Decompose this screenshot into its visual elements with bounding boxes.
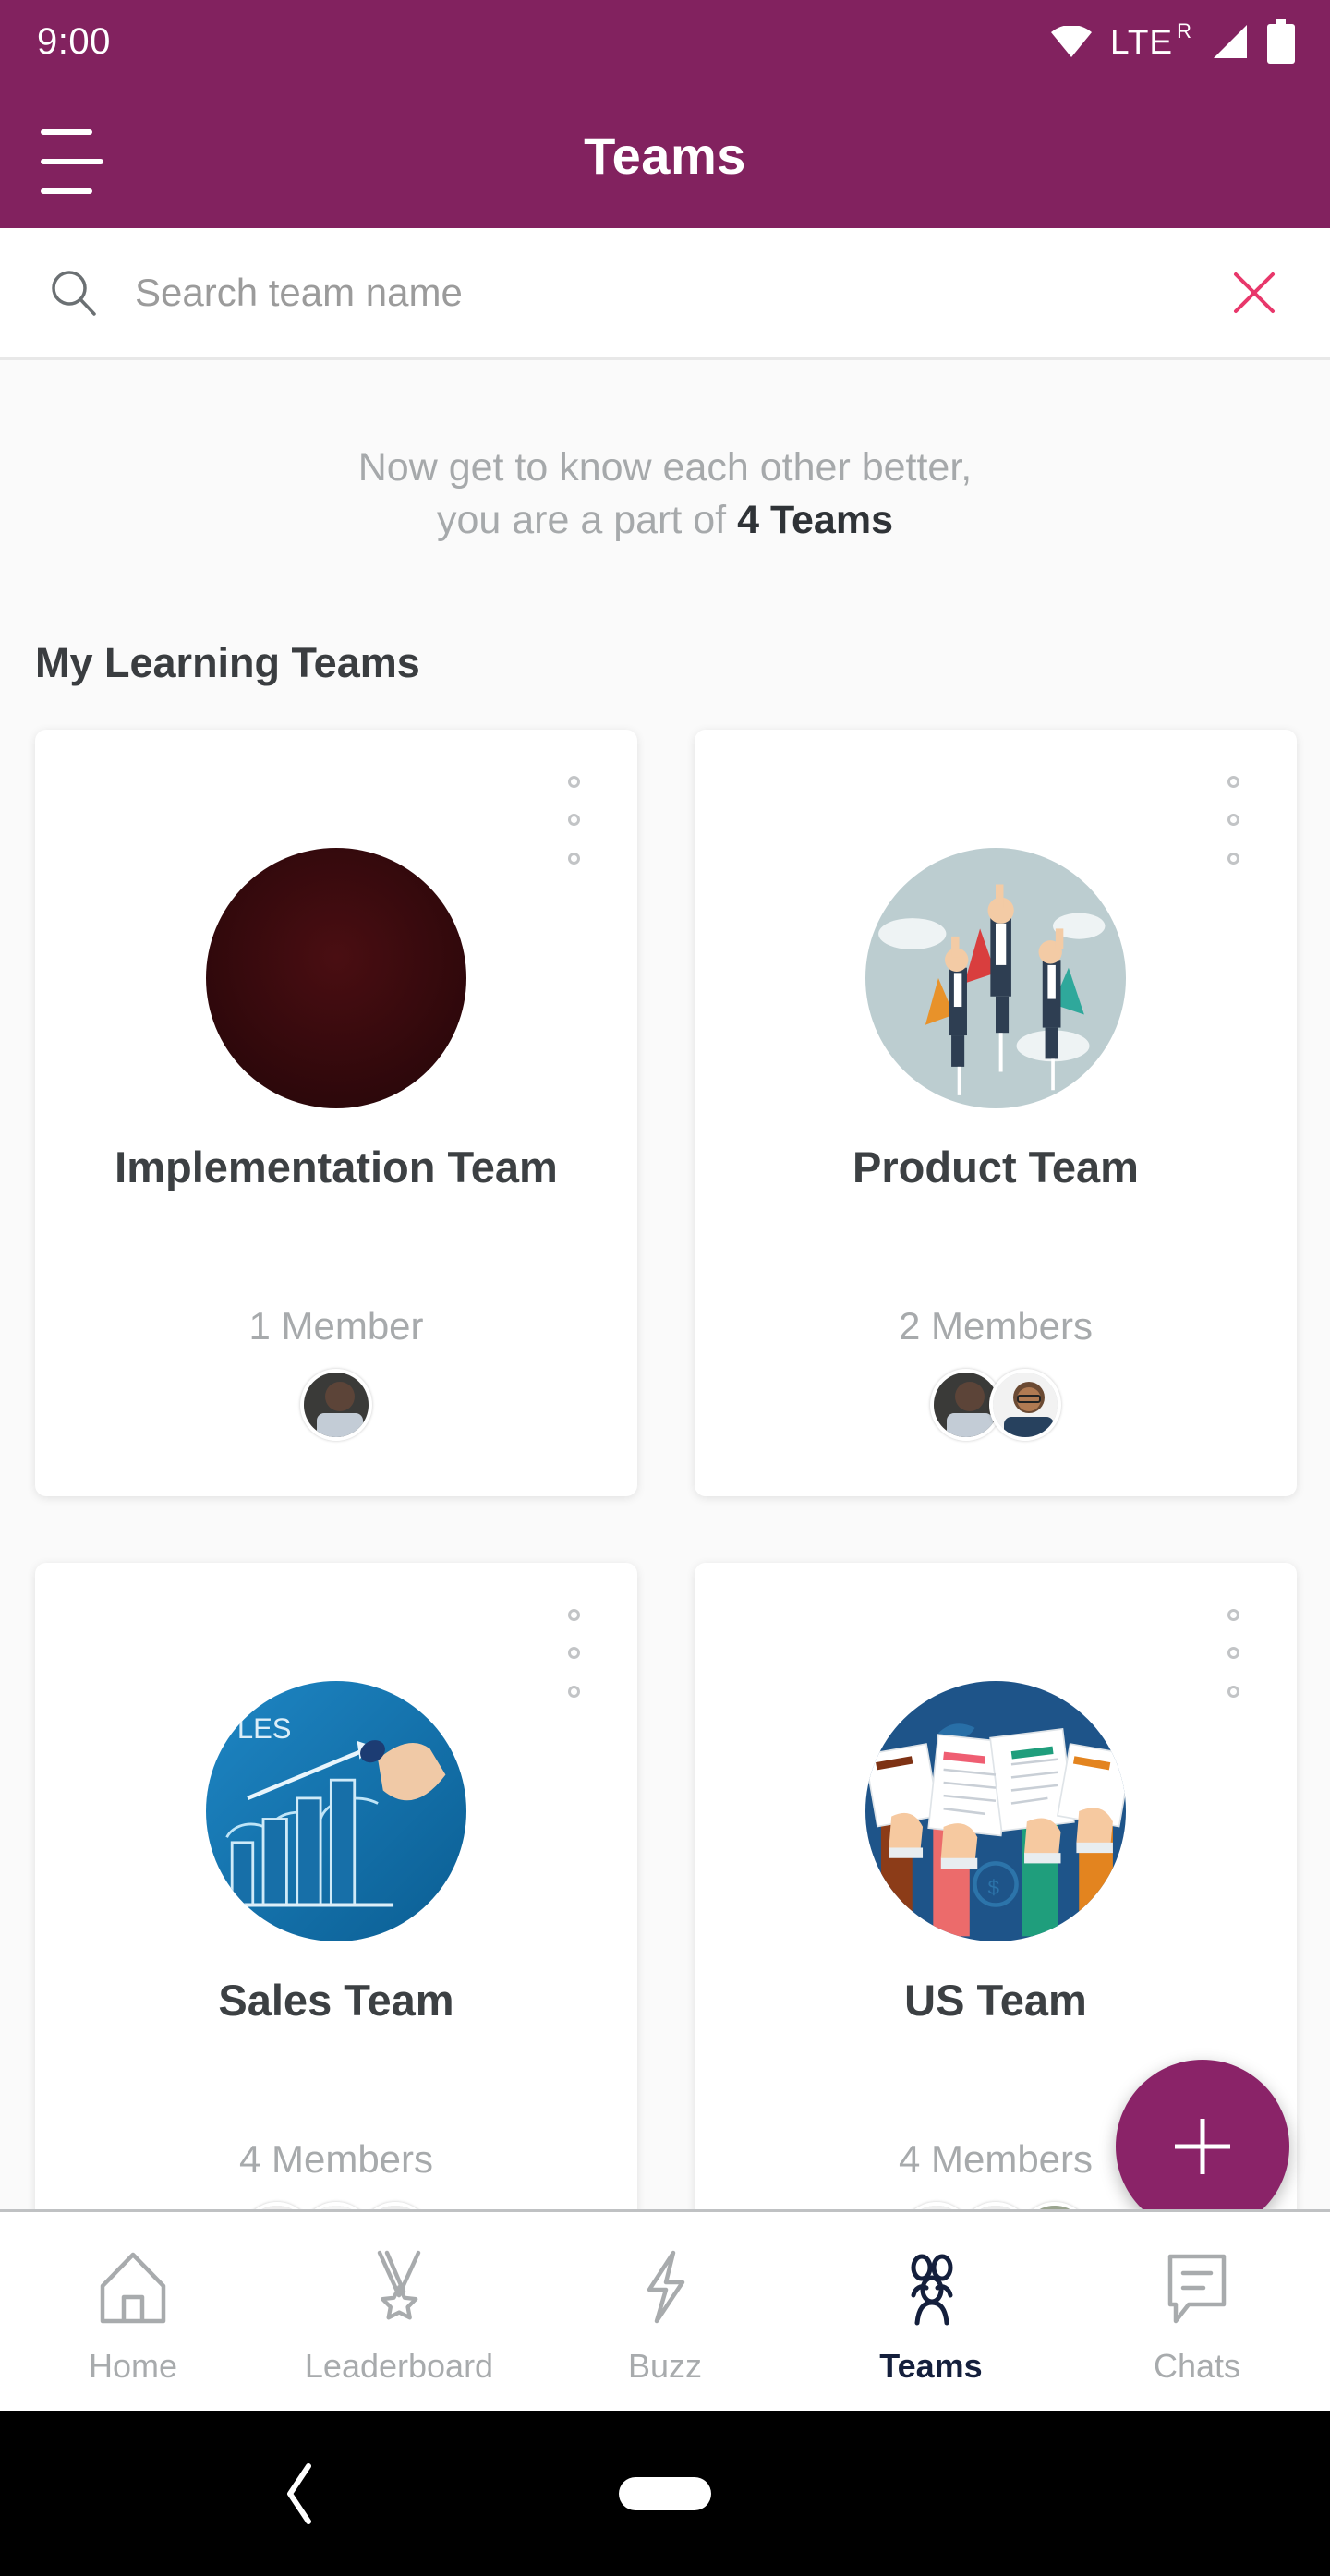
people-icon: [911, 2254, 953, 2326]
status-bar-icons: LTE R: [1050, 19, 1295, 64]
kebab-dot: [1227, 1685, 1239, 1698]
home-pill-icon[interactable]: [619, 2476, 711, 2510]
search-icon: [52, 271, 96, 316]
search-bar: [0, 228, 1330, 360]
nav-item-leaderboard[interactable]: Leaderboard: [266, 2212, 532, 2386]
plus-icon: [1175, 2119, 1230, 2174]
team-member-count: 2 Members: [898, 1303, 1094, 1348]
teams-tagline: Now get to know each other better, you a…: [0, 441, 1330, 547]
nav-item-chats[interactable]: Chats: [1064, 2212, 1330, 2386]
kebab-dot: [567, 1647, 580, 1659]
team-thumbnail: [865, 847, 1126, 1108]
kebab-menu-icon[interactable]: [562, 775, 586, 865]
kebab-dot: [567, 1685, 580, 1698]
lightning-bolt-icon: [647, 2250, 685, 2324]
nav-label: Teams: [879, 2347, 983, 2385]
svg-text:$: $: [988, 1876, 1000, 1899]
page-title: Teams: [584, 127, 746, 185]
team-card[interactable]: LES Sales Team 4 Members: [35, 1562, 637, 2209]
tagline-line-1: Now get to know each other better,: [357, 445, 973, 490]
nav-item-buzz[interactable]: Buzz: [532, 2212, 798, 2386]
team-member-count: 4 Members: [898, 2136, 1094, 2181]
app-bar: Teams: [0, 83, 1330, 228]
teams-count-emphasis: 4 Teams: [737, 497, 893, 542]
kebab-dot: [1227, 852, 1239, 865]
team-name: Implementation Team: [115, 1142, 558, 1191]
medal-icon: [377, 2250, 421, 2320]
avatar: [300, 2201, 372, 2209]
nav-item-teams[interactable]: Teams: [798, 2212, 1064, 2386]
close-icon[interactable]: [1230, 269, 1278, 317]
status-bar: 9:00 LTE R: [0, 0, 1330, 83]
wifi-icon: [1050, 26, 1092, 57]
sales-growth-chart-illustration: LES: [206, 1680, 466, 1941]
nav-label: Leaderboard: [304, 2347, 494, 2385]
kebab-dot: [567, 814, 580, 826]
kebab-dot: [567, 852, 580, 865]
team-member-count: 4 Members: [238, 2136, 434, 2181]
team-thumbnail: LES: [206, 1680, 466, 1941]
tagline-line-2: you are a part of 4 Teams: [0, 494, 1330, 547]
team-name: Product Team: [852, 1142, 1139, 1191]
avatar: [300, 1368, 372, 1441]
bottom-navigation: Home Leaderboard Buzz Teams Chats: [0, 2209, 1330, 2411]
nav-item-home[interactable]: Home: [0, 2212, 266, 2386]
kebab-menu-icon[interactable]: [1221, 1608, 1245, 1698]
kebab-dot: [567, 1608, 580, 1621]
team-member-avatars: [300, 1368, 372, 1443]
signal-icon: [1214, 25, 1247, 58]
kebab-dot: [1227, 1647, 1239, 1659]
team-member-avatars: [930, 1368, 1061, 1443]
kebab-menu-icon[interactable]: [562, 1608, 586, 1698]
teams-content: Now get to know each other better, you a…: [0, 360, 1330, 2209]
back-chevron-icon[interactable]: [277, 2457, 323, 2531]
kebab-dot: [567, 775, 580, 788]
avatar: [359, 2201, 431, 2209]
superhero-businessmen-illustration: [865, 847, 1126, 1108]
kebab-menu-icon[interactable]: [1221, 775, 1245, 865]
add-team-fab[interactable]: [1116, 2060, 1289, 2233]
section-title: My Learning Teams: [35, 638, 420, 686]
avatar: [989, 1368, 1061, 1441]
roaming-indicator: R: [1177, 18, 1191, 42]
home-icon: [100, 2252, 166, 2324]
kebab-dot: [1227, 775, 1239, 788]
team-member-avatars: [901, 2201, 1091, 2209]
kebab-dot: [1227, 1608, 1239, 1621]
network-type-label: LTE R: [1109, 20, 1191, 61]
search-input[interactable]: [135, 271, 1230, 315]
teams-grid: Implementation Team 1 Member Product Tea…: [0, 729, 1330, 2209]
status-bar-clock: 9:00: [37, 20, 111, 62]
hands-holding-documents-illustration: $: [865, 1680, 1126, 1941]
avatar: [901, 2201, 973, 2209]
tagline-prefix: you are a part of: [436, 497, 738, 542]
team-card[interactable]: Product Team 2 Members: [695, 729, 1297, 1496]
solid-maroon-circle-image: [206, 847, 466, 1108]
android-system-nav: [0, 2411, 1330, 2576]
battery-icon: [1267, 19, 1295, 64]
lte-text: LTE: [1109, 22, 1174, 61]
svg-text:LES: LES: [237, 1712, 292, 1745]
chat-bubble-icon: [1167, 2254, 1227, 2324]
team-name: US Team: [904, 1975, 1087, 2025]
nav-label: Buzz: [627, 2347, 703, 2385]
team-card[interactable]: Implementation Team 1 Member: [35, 729, 637, 1496]
kebab-dot: [1227, 814, 1239, 826]
team-member-avatars: [241, 2201, 431, 2209]
team-thumbnail: [206, 847, 466, 1108]
avatar: [960, 2201, 1032, 2209]
team-member-count: 1 Member: [248, 1303, 424, 1348]
team-thumbnail: $: [865, 1680, 1126, 1941]
nav-label: Chats: [1153, 2347, 1241, 2385]
nav-label: Home: [88, 2347, 178, 2385]
team-name: Sales Team: [218, 1975, 454, 2025]
avatar: [1019, 2201, 1091, 2209]
avatar: [241, 2201, 313, 2209]
